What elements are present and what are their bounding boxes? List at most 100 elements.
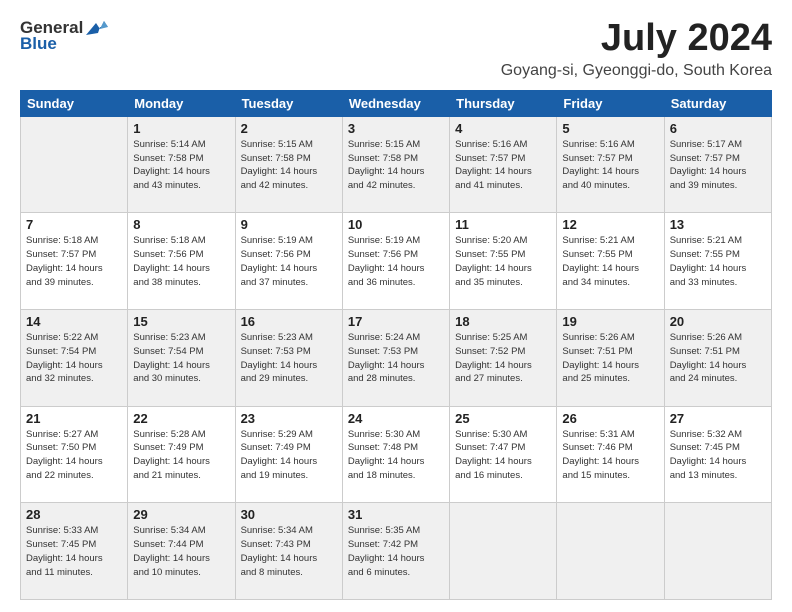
table-row: 3 Sunrise: 5:15 AM Sunset: 7:58 PM Daylig… (342, 116, 449, 213)
table-row: 5Sunrise: 5:16 AM Sunset: 7:57 PM Daylig… (557, 116, 664, 213)
day-info: Sunrise: 5:20 AM Sunset: 7:55 PM Dayligh… (455, 234, 551, 289)
day-info: Sunrise: 5:26 AM Sunset: 7:51 PM Dayligh… (670, 331, 766, 386)
day-number: 17 (348, 314, 444, 329)
calendar-week-row: 14 Sunrise: 5:22 AM Sunset: 7:54 PM Dayli… (21, 310, 772, 407)
table-row: 2 Sunrise: 5:15 AM Sunset: 7:58 PM Daylig… (235, 116, 342, 213)
col-monday: Monday (128, 90, 235, 116)
day-number: 30 (241, 507, 337, 522)
day-number: 27 (670, 411, 766, 426)
table-row: 31 Sunrise: 5:35 AM Sunset: 7:42 PM Dayli… (342, 503, 449, 600)
day-info: Sunrise: 5:30 AM Sunset: 7:48 PM Dayligh… (348, 428, 444, 483)
day-number: 24 (348, 411, 444, 426)
day-number: 21 (26, 411, 122, 426)
day-number: 7 (26, 217, 122, 232)
calendar-header-row: Sunday Monday Tuesday Wednesday Thursday… (21, 90, 772, 116)
day-info: Sunrise: 5:19 AM Sunset: 7:56 PM Dayligh… (241, 234, 337, 289)
day-number: 13 (670, 217, 766, 232)
month-title: July 2024 (501, 18, 772, 60)
day-info: Sunrise: 5:16 AM Sunset: 7:57 PM Dayligh… (455, 138, 551, 193)
table-row (450, 503, 557, 600)
table-row: 20 Sunrise: 5:26 AM Sunset: 7:51 PM Dayli… (664, 310, 771, 407)
day-info: Sunrise: 5:28 AM Sunset: 7:49 PM Dayligh… (133, 428, 229, 483)
calendar-week-row: 28 Sunrise: 5:33 AM Sunset: 7:45 PM Dayli… (21, 503, 772, 600)
col-saturday: Saturday (664, 90, 771, 116)
day-number: 19 (562, 314, 658, 329)
day-number: 31 (348, 507, 444, 522)
day-number: 28 (26, 507, 122, 522)
day-info: Sunrise: 5:30 AM Sunset: 7:47 PM Dayligh… (455, 428, 551, 483)
table-row (664, 503, 771, 600)
col-thursday: Thursday (450, 90, 557, 116)
table-row: 13 Sunrise: 5:21 AM Sunset: 7:55 PM Dayli… (664, 213, 771, 310)
day-number: 9 (241, 217, 337, 232)
calendar-week-row: 1 Sunrise: 5:14 AM Sunset: 7:58 PM Daylig… (21, 116, 772, 213)
table-row: 16Sunrise: 5:23 AM Sunset: 7:53 PM Dayli… (235, 310, 342, 407)
header: General Blue July 2024 Goyang-si, Gyeong… (20, 18, 772, 80)
day-info: Sunrise: 5:29 AM Sunset: 7:49 PM Dayligh… (241, 428, 337, 483)
logo-blue-text: Blue (20, 34, 57, 54)
table-row: 15 Sunrise: 5:23 AM Sunset: 7:54 PM Dayli… (128, 310, 235, 407)
day-info: Sunrise: 5:31 AM Sunset: 7:46 PM Dayligh… (562, 428, 658, 483)
table-row: 12 Sunrise: 5:21 AM Sunset: 7:55 PM Dayli… (557, 213, 664, 310)
day-info: Sunrise: 5:27 AM Sunset: 7:50 PM Dayligh… (26, 428, 122, 483)
table-row: 14 Sunrise: 5:22 AM Sunset: 7:54 PM Dayli… (21, 310, 128, 407)
table-row: 9 Sunrise: 5:19 AM Sunset: 7:56 PM Daylig… (235, 213, 342, 310)
table-row (557, 503, 664, 600)
table-row: 23 Sunrise: 5:29 AM Sunset: 7:49 PM Dayli… (235, 406, 342, 503)
day-info: Sunrise: 5:19 AM Sunset: 7:56 PM Dayligh… (348, 234, 444, 289)
day-info: Sunrise: 5:14 AM Sunset: 7:58 PM Dayligh… (133, 138, 229, 193)
day-info: Sunrise: 5:26 AM Sunset: 7:51 PM Dayligh… (562, 331, 658, 386)
table-row: 21 Sunrise: 5:27 AM Sunset: 7:50 PM Dayli… (21, 406, 128, 503)
day-info: Sunrise: 5:15 AM Sunset: 7:58 PM Dayligh… (348, 138, 444, 193)
calendar-table: Sunday Monday Tuesday Wednesday Thursday… (20, 90, 772, 600)
title-block: July 2024 Goyang-si, Gyeonggi-do, South … (501, 18, 772, 80)
day-number: 1 (133, 121, 229, 136)
day-info: Sunrise: 5:24 AM Sunset: 7:53 PM Dayligh… (348, 331, 444, 386)
col-tuesday: Tuesday (235, 90, 342, 116)
day-info: Sunrise: 5:16 AM Sunset: 7:57 PM Dayligh… (562, 138, 658, 193)
table-row: 4Sunrise: 5:16 AM Sunset: 7:57 PM Daylig… (450, 116, 557, 213)
calendar-week-row: 21 Sunrise: 5:27 AM Sunset: 7:50 PM Dayli… (21, 406, 772, 503)
table-row: 29Sunrise: 5:34 AM Sunset: 7:44 PM Dayli… (128, 503, 235, 600)
day-number: 22 (133, 411, 229, 426)
table-row: 18Sunrise: 5:25 AM Sunset: 7:52 PM Dayli… (450, 310, 557, 407)
table-row: 28 Sunrise: 5:33 AM Sunset: 7:45 PM Dayli… (21, 503, 128, 600)
day-number: 11 (455, 217, 551, 232)
day-info: Sunrise: 5:32 AM Sunset: 7:45 PM Dayligh… (670, 428, 766, 483)
day-info: Sunrise: 5:18 AM Sunset: 7:57 PM Dayligh… (26, 234, 122, 289)
location-title: Goyang-si, Gyeonggi-do, South Korea (501, 62, 772, 80)
day-number: 20 (670, 314, 766, 329)
day-info: Sunrise: 5:23 AM Sunset: 7:53 PM Dayligh… (241, 331, 337, 386)
day-number: 14 (26, 314, 122, 329)
page: General Blue July 2024 Goyang-si, Gyeong… (0, 0, 792, 612)
day-number: 10 (348, 217, 444, 232)
table-row: 7 Sunrise: 5:18 AM Sunset: 7:57 PM Daylig… (21, 213, 128, 310)
calendar-week-row: 7 Sunrise: 5:18 AM Sunset: 7:57 PM Daylig… (21, 213, 772, 310)
day-info: Sunrise: 5:33 AM Sunset: 7:45 PM Dayligh… (26, 524, 122, 579)
day-info: Sunrise: 5:23 AM Sunset: 7:54 PM Dayligh… (133, 331, 229, 386)
table-row: 17 Sunrise: 5:24 AM Sunset: 7:53 PM Dayli… (342, 310, 449, 407)
day-number: 15 (133, 314, 229, 329)
table-row (21, 116, 128, 213)
day-number: 3 (348, 121, 444, 136)
day-info: Sunrise: 5:25 AM Sunset: 7:52 PM Dayligh… (455, 331, 551, 386)
day-info: Sunrise: 5:34 AM Sunset: 7:43 PM Dayligh… (241, 524, 337, 579)
day-number: 12 (562, 217, 658, 232)
table-row: 30 Sunrise: 5:34 AM Sunset: 7:43 PM Dayli… (235, 503, 342, 600)
day-number: 2 (241, 121, 337, 136)
day-number: 23 (241, 411, 337, 426)
table-row: 26Sunrise: 5:31 AM Sunset: 7:46 PM Dayli… (557, 406, 664, 503)
day-info: Sunrise: 5:18 AM Sunset: 7:56 PM Dayligh… (133, 234, 229, 289)
col-wednesday: Wednesday (342, 90, 449, 116)
table-row: 27 Sunrise: 5:32 AM Sunset: 7:45 PM Dayli… (664, 406, 771, 503)
day-info: Sunrise: 5:35 AM Sunset: 7:42 PM Dayligh… (348, 524, 444, 579)
day-info: Sunrise: 5:17 AM Sunset: 7:57 PM Dayligh… (670, 138, 766, 193)
table-row: 10 Sunrise: 5:19 AM Sunset: 7:56 PM Dayli… (342, 213, 449, 310)
day-info: Sunrise: 5:21 AM Sunset: 7:55 PM Dayligh… (670, 234, 766, 289)
day-number: 8 (133, 217, 229, 232)
day-number: 6 (670, 121, 766, 136)
day-info: Sunrise: 5:15 AM Sunset: 7:58 PM Dayligh… (241, 138, 337, 193)
table-row: 19 Sunrise: 5:26 AM Sunset: 7:51 PM Dayli… (557, 310, 664, 407)
day-info: Sunrise: 5:21 AM Sunset: 7:55 PM Dayligh… (562, 234, 658, 289)
day-info: Sunrise: 5:22 AM Sunset: 7:54 PM Dayligh… (26, 331, 122, 386)
